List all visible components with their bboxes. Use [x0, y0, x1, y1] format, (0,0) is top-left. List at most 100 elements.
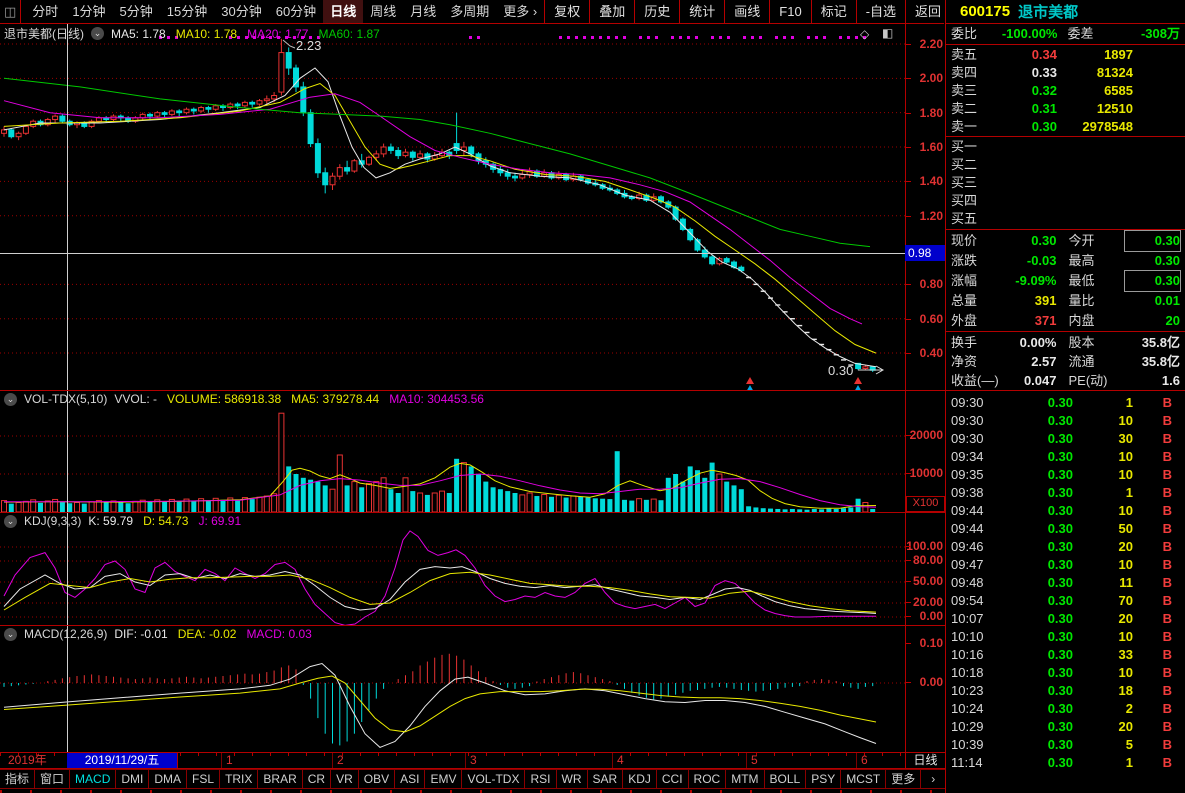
buy-level-row[interactable]: 买三	[946, 174, 1185, 192]
axis-tick-label: 0.00	[920, 609, 943, 623]
period-menu-item[interactable]: 周线	[363, 0, 403, 23]
volume-panel[interactable]: ⌄ VOL-TDX(5,10) VVOL: -VOLUME: 586918.38…	[0, 391, 905, 512]
indicator-button[interactable]: 窗口	[34, 769, 70, 789]
indicator-button[interactable]: OBV	[358, 769, 395, 789]
collapse-icon[interactable]: ⌄	[4, 515, 17, 528]
axis-tick-label: 1.60	[920, 140, 943, 154]
axis-tick-label: 2.00	[920, 71, 943, 85]
chart-action-button[interactable]: F10	[770, 0, 811, 23]
month-tick-label: 4	[617, 753, 624, 768]
buy-level-row[interactable]: 买四	[946, 192, 1185, 210]
period-menu-item[interactable]: 更多 ›	[496, 0, 544, 23]
chart-action-button[interactable]: 统计	[680, 0, 725, 23]
indicator-button[interactable]: CCI	[656, 769, 689, 789]
chart-action-button[interactable]: 复权	[545, 0, 590, 23]
indicator-button[interactable]: VOL-TDX	[461, 769, 525, 789]
period-menu-item[interactable]: 15分钟	[160, 0, 214, 23]
tick-row: 10:100.30 10B	[946, 628, 1185, 646]
month-tick-label: 6	[861, 753, 868, 768]
stat-row: 涨跌-0.03 最高0.30	[946, 251, 1185, 271]
period-menu-item[interactable]: 月线	[403, 0, 443, 23]
period-menu-item[interactable]: 60分钟	[269, 0, 323, 23]
volume-svg	[0, 391, 905, 512]
weicha-label: 委差	[1058, 24, 1120, 44]
indicator-button[interactable]: MACD	[69, 769, 116, 789]
signal-triangle-red	[746, 377, 754, 384]
chart-action-button[interactable]: 历史	[635, 0, 680, 23]
axis-tick-label: 0.00	[920, 675, 943, 689]
period-menu-item[interactable]: 5分钟	[113, 0, 160, 23]
period-menu-item[interactable]: 分时	[25, 0, 65, 23]
tick-row: 09:460.30 20B	[946, 538, 1185, 556]
top-menu-bar: ◫ 分时1分钟5分钟15分钟30分钟60分钟日线周线月线多周期更多 › 复权叠加…	[0, 0, 944, 24]
period-menu-item[interactable]: 日线	[323, 0, 363, 23]
split-window-icon[interactable]: ◧	[882, 26, 893, 40]
tick-row: 09:480.30 11B	[946, 574, 1185, 592]
indicator-button[interactable]: BOLL	[764, 769, 807, 789]
macd-svg	[0, 626, 905, 752]
selected-date-label: 2019/11/29/五	[67, 753, 178, 768]
buy-level-row[interactable]: 买五	[946, 210, 1185, 228]
tick-row: 10:240.30 2B	[946, 700, 1185, 718]
indicator-button[interactable]: FSL	[186, 769, 220, 789]
stat-row: 净资2.57 流通35.8亿	[946, 352, 1185, 371]
indicator-button[interactable]: MCST	[840, 769, 886, 789]
tick-row: 09:440.30 50B	[946, 520, 1185, 538]
layout-icon[interactable]: ◫	[4, 4, 16, 20]
stat-row: 外盘371 内盘20	[946, 311, 1185, 331]
period-menu: 分时1分钟5分钟15分钟30分钟60分钟日线周线月线多周期更多 ›	[20, 0, 544, 23]
tick-row: 09:440.30 10B	[946, 502, 1185, 520]
sell-level-row[interactable]: 卖二0.3112510	[946, 100, 1185, 118]
weibi-label: 委比	[951, 24, 997, 44]
indicator-button[interactable]: KDJ	[622, 769, 657, 789]
sell-level-row[interactable]: 卖四0.3381324	[946, 64, 1185, 82]
indicator-button[interactable]: WR	[556, 769, 588, 789]
stock-name: 退市美都	[1018, 1, 1078, 22]
buy-level-row[interactable]: 买二	[946, 156, 1185, 174]
chart-action-button[interactable]: -自选	[857, 0, 906, 23]
chart-action-button[interactable]: 叠加	[590, 0, 635, 23]
indicator-button[interactable]: CR	[302, 769, 331, 789]
indicator-button[interactable]: EMV	[424, 769, 462, 789]
collapse-icon[interactable]: ⌄	[4, 393, 17, 406]
tick-row: 09:300.30 1B	[946, 394, 1185, 412]
buy-level-row[interactable]: 买一	[946, 138, 1185, 156]
stat-row: 收益(—)0.047 PE(动)1.6	[946, 371, 1185, 390]
chart-action-button[interactable]: 标记	[812, 0, 857, 23]
indicator-button[interactable]: RSI	[524, 769, 556, 789]
indicator-button[interactable]: ROC	[688, 769, 727, 789]
period-menu-item[interactable]: 多周期	[443, 0, 496, 23]
chart-action-button[interactable]: 画线	[725, 0, 770, 23]
indicator-button[interactable]: ASI	[394, 769, 425, 789]
peak-price-annotation: 2.23	[296, 38, 321, 53]
indicator-button[interactable]: DMI	[115, 769, 149, 789]
axis-tick-label: 80.00	[913, 553, 943, 567]
indicator-button[interactable]: DMA	[148, 769, 187, 789]
indicator-button[interactable]: PSY	[805, 769, 841, 789]
indicator-button[interactable]: MTM	[725, 769, 764, 789]
macd-panel[interactable]: ⌄ MACD(12,26,9) DIF: -0.01DEA: -0.02MACD…	[0, 626, 905, 752]
period-menu-item[interactable]: 30分钟	[214, 0, 268, 23]
axis-tick-label: 1.80	[920, 106, 943, 120]
axis-tick-label: 0.40	[920, 346, 943, 360]
indicator-button[interactable]: 指标	[0, 769, 35, 789]
indicator-button[interactable]: SAR	[587, 769, 624, 789]
weicha-value: -308万	[1120, 24, 1181, 44]
indicator-button[interactable]: TRIX	[219, 769, 258, 789]
candlestick-panel[interactable]: 退市美都(日线) ⌄ MA5: 1.78MA10: 1.78MA20: 1.77…	[0, 24, 905, 390]
collapse-icon[interactable]: ⌄	[91, 27, 104, 40]
indicator-button[interactable]: BRAR	[257, 769, 302, 789]
period-menu-item[interactable]: 1分钟	[65, 0, 112, 23]
diamond-icon[interactable]: ◇	[860, 27, 869, 41]
signal-triangle-red	[854, 377, 862, 384]
axis-tick-label: 1.40	[920, 174, 943, 188]
indicator-button[interactable]: ›	[920, 769, 946, 789]
indicator-button[interactable]: VR	[330, 769, 359, 789]
collapse-icon[interactable]: ⌄	[4, 628, 17, 641]
indicator-button[interactable]: 更多	[885, 769, 921, 789]
tick-row: 11:140.30 1B	[946, 754, 1185, 772]
sell-level-row[interactable]: 卖一0.302978548	[946, 118, 1185, 136]
sell-level-row[interactable]: 卖三0.326585	[946, 82, 1185, 100]
kdj-panel[interactable]: ⌄ KDJ(9,3,3) K: 59.79D: 54.73J: 69.91	[0, 513, 905, 625]
sell-level-row[interactable]: 卖五0.341897	[946, 46, 1185, 64]
